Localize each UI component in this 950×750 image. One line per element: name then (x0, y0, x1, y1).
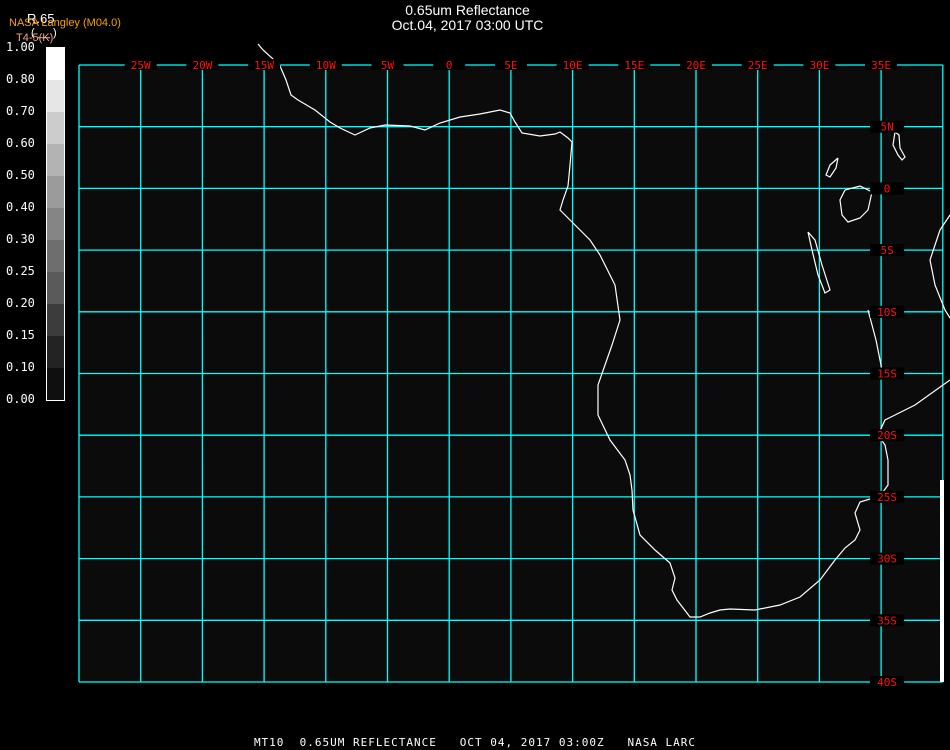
lon-label: 30E (809, 59, 829, 72)
lon-label: 15W (254, 59, 274, 72)
lat-label: 10S (877, 306, 897, 319)
cloud-edge (940, 480, 944, 682)
lat-label: 40S (877, 676, 897, 689)
lon-label: 25E (748, 59, 768, 72)
lon-label: 10E (563, 59, 583, 72)
lon-label: 20W (192, 59, 212, 72)
lat-label: 0 (884, 182, 891, 195)
lat-label: 30S (877, 553, 897, 566)
lon-label: 20E (686, 59, 706, 72)
lat-label: 20S (877, 429, 897, 442)
lon-label: 35E (871, 59, 891, 72)
lon-label: 15E (624, 59, 644, 72)
satellite-map: 25W 20W 15W 10W 5W 0 5E 10E 15E 20E 25E 30E 35E 5N 0 5S… (78, 43, 950, 689)
lon-label: 5W (381, 59, 395, 72)
lon-label: 0 (446, 59, 453, 72)
footer-caption: MT10 0.65UM REFLECTANCE OCT 04, 2017 03:… (253, 736, 697, 749)
lon-label: 5E (504, 59, 517, 72)
lat-label: 5N (880, 121, 893, 134)
lon-label: 25W (131, 59, 151, 72)
lat-label: 15S (877, 368, 897, 381)
lat-label: 5S (880, 244, 893, 257)
lat-label: 35S (877, 614, 897, 627)
lat-label: 25S (877, 491, 897, 504)
lon-label: 10W (316, 59, 336, 72)
